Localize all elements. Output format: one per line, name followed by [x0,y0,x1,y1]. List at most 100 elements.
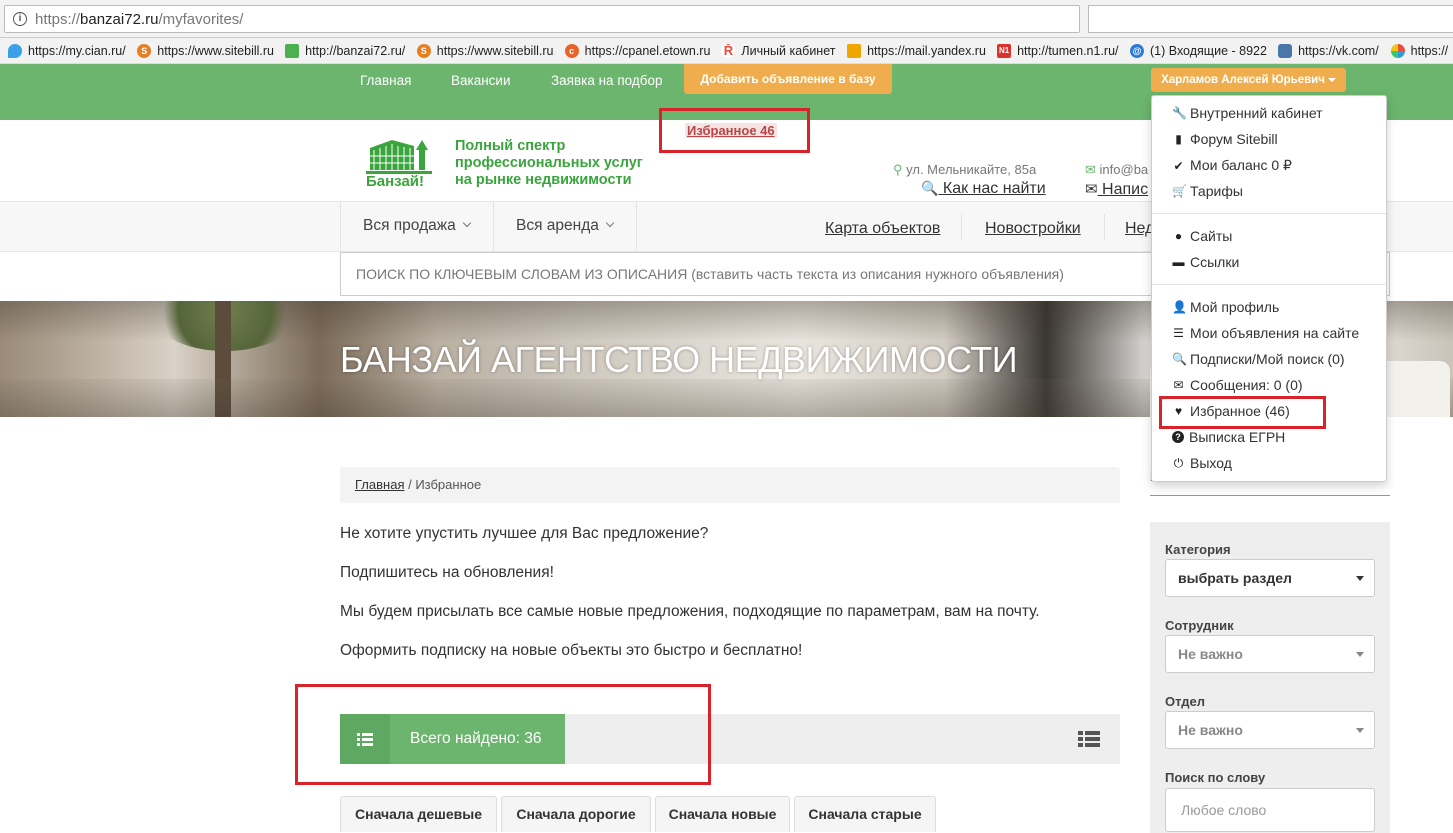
inbox-icon: @ [1130,43,1144,58]
vk-icon [1278,43,1293,58]
nav-vacancies[interactable]: Вакансии [451,72,511,90]
how-to-find-link[interactable]: 🔍 Как нас найти [921,180,1046,198]
sort-cheap-button[interactable]: Сначала дешевые [340,796,497,832]
bookmark-item[interactable]: Shttps://www.sitebill.ru [129,43,277,58]
search-filter-panel: Категория выбрать раздел Сотрудник Не ва… [1150,522,1390,833]
intro-text: Оформить подписку на новые объекты это б… [340,642,803,659]
category-label: Категория [1165,542,1231,557]
info-icon[interactable]: i [13,12,27,26]
caret-down-icon [1327,77,1336,82]
menu-forum[interactable]: ▮ Форум Sitebill [1172,131,1277,147]
intro-text: Мы будем присылать все самые новые предл… [340,603,1040,620]
chevron-down-icon [462,218,471,228]
secondary-field[interactable] [1088,5,1453,33]
bookmark-item[interactable]: Ř Личный кабинет [713,43,839,58]
menu-new-buildings[interactable]: Новостройки [985,220,1081,238]
minus-icon: ▬ [1172,255,1185,269]
apps-icon [1390,43,1405,58]
annotation-box [295,684,711,785]
banner-title: БАНЗАЙ АГЕНТСТВО НЕДВИЖИМОСТИ [340,339,1018,380]
logo[interactable]: Банзай! [364,134,436,190]
sitebill-icon: S [137,43,152,58]
cpanel-icon: c [564,43,579,58]
menu-egrn[interactable]: ? Выписка ЕГРН [1172,429,1285,445]
n1-icon: N1 [997,43,1012,58]
sort-old-button[interactable]: Сначала старые [794,796,936,832]
write-us-link[interactable]: ✉ Напис [1085,180,1148,199]
menu-divider [961,214,962,240]
url-prefix: https:// [35,10,81,28]
email[interactable]: ✉ info@ba [1085,162,1148,178]
bookmark-item[interactable]: http://banzai72.ru/ [277,43,409,58]
intro-text: Подпишитесь на обновления! [340,564,554,581]
caret-down-icon [1356,728,1364,733]
check-circle-icon: ✔ [1173,158,1184,173]
list-icon: ☰ [1173,326,1184,340]
power-icon: ⏻ [1173,455,1184,470]
menu-divider [1152,284,1386,285]
map-marker-icon: ⚲ [893,162,903,177]
menu-sites[interactable]: ● Сайты [1172,228,1232,244]
menu-divider [1104,214,1105,240]
menu-rent[interactable]: Вся аренда [494,202,637,252]
search-icon: 🔍 [1172,352,1187,366]
user-menu-button[interactable]: Харламов Алексей Юрьевич [1151,68,1346,92]
nav-request[interactable]: Заявка на подбор [551,72,662,90]
envelope-icon: ✉ [1085,162,1096,177]
menu-internal-cabinet[interactable]: 🔧 Внутренний кабинет [1172,105,1323,121]
menu-divider [1152,213,1386,214]
employee-select[interactable]: Не важно [1165,635,1375,673]
address-bar[interactable]: i https://banzai72.ru/myfavorites/ [4,5,1080,33]
yandex-mail-icon [847,43,862,58]
breadcrumb-home[interactable]: Главная [355,477,404,492]
logo-text: Банзай! [366,173,425,190]
menu-subscriptions[interactable]: 🔍 Подписки/Мой поиск (0) [1172,351,1345,367]
chevron-down-icon [605,218,615,228]
url-host: banzai72.ru [80,10,159,28]
menu-messages[interactable]: ✉ Сообщения: 0 (0) [1172,377,1302,393]
address: ⚲ ул. Мельникайте, 85а [893,162,1037,177]
tagline: Полный спектр профессиональных услуг на … [455,138,643,188]
breadcrumb-current: Избранное [415,477,482,492]
menu-logout[interactable]: ⏻ Выход [1172,455,1232,471]
sort-expensive-button[interactable]: Сначала дорогие [501,796,651,832]
annotation-box [1159,396,1326,429]
cian-pin-icon [8,43,22,58]
add-listing-button[interactable]: Добавить объявление в базу [684,64,892,94]
category-select[interactable]: выбрать раздел [1165,559,1375,597]
department-label: Отдел [1165,694,1206,709]
caret-down-icon [1356,652,1364,657]
employee-label: Сотрудник [1165,618,1234,633]
bookmark-item[interactable]: https://mail.yandex.ru [839,43,989,58]
menu-sale[interactable]: Вся продажа [340,202,494,252]
menu-balance[interactable]: ✔ Мои баланс 0 ₽ [1172,157,1292,174]
menu-my-listings[interactable]: ☰ Мои объявления на сайте [1172,325,1359,341]
sort-new-button[interactable]: Сначала новые [655,796,790,832]
annotation-box [659,108,810,153]
list-view-toggle[interactable] [1078,729,1100,749]
nav-home[interactable]: Главная [360,72,411,90]
cart-icon: 🛒 [1172,184,1187,198]
menu-tariffs[interactable]: 🛒 Тарифы [1172,183,1243,199]
department-select[interactable]: Не важно [1165,711,1375,749]
word-search-input[interactable]: Любое слово [1165,788,1375,832]
bookmark-item[interactable]: Shttps://www.sitebill.ru [409,43,557,58]
list-icon [1078,731,1100,747]
envelope-icon: ✉ [1173,378,1184,392]
banzai-icon [285,43,300,58]
bookmark-item[interactable]: https:// [1383,43,1453,58]
caret-down-icon [1356,576,1364,581]
menu-map[interactable]: Карта объектов [825,220,940,238]
sitebill-icon: S [416,43,431,58]
bookmark-item[interactable]: @ (1) Входящие - 8922 [1122,43,1270,58]
bookmark-item[interactable]: c https://cpanel.etown.ru [557,43,714,58]
menu-profile[interactable]: 👤 Мой профиль [1172,299,1279,315]
menu-links[interactable]: ▬ Ссылки [1172,254,1240,270]
cabinet-icon: Ř [721,43,736,58]
bookmark-item[interactable]: https://my.cian.ru/ [0,43,129,58]
bookmark-item[interactable]: N1 http://tumen.n1.ru/ [989,43,1122,58]
search-icon: 🔍 [921,180,939,196]
url-path: /myfavorites/ [158,10,244,28]
bookmark-item[interactable]: https://vk.com/ [1270,43,1383,58]
user-icon: 👤 [1172,300,1187,314]
